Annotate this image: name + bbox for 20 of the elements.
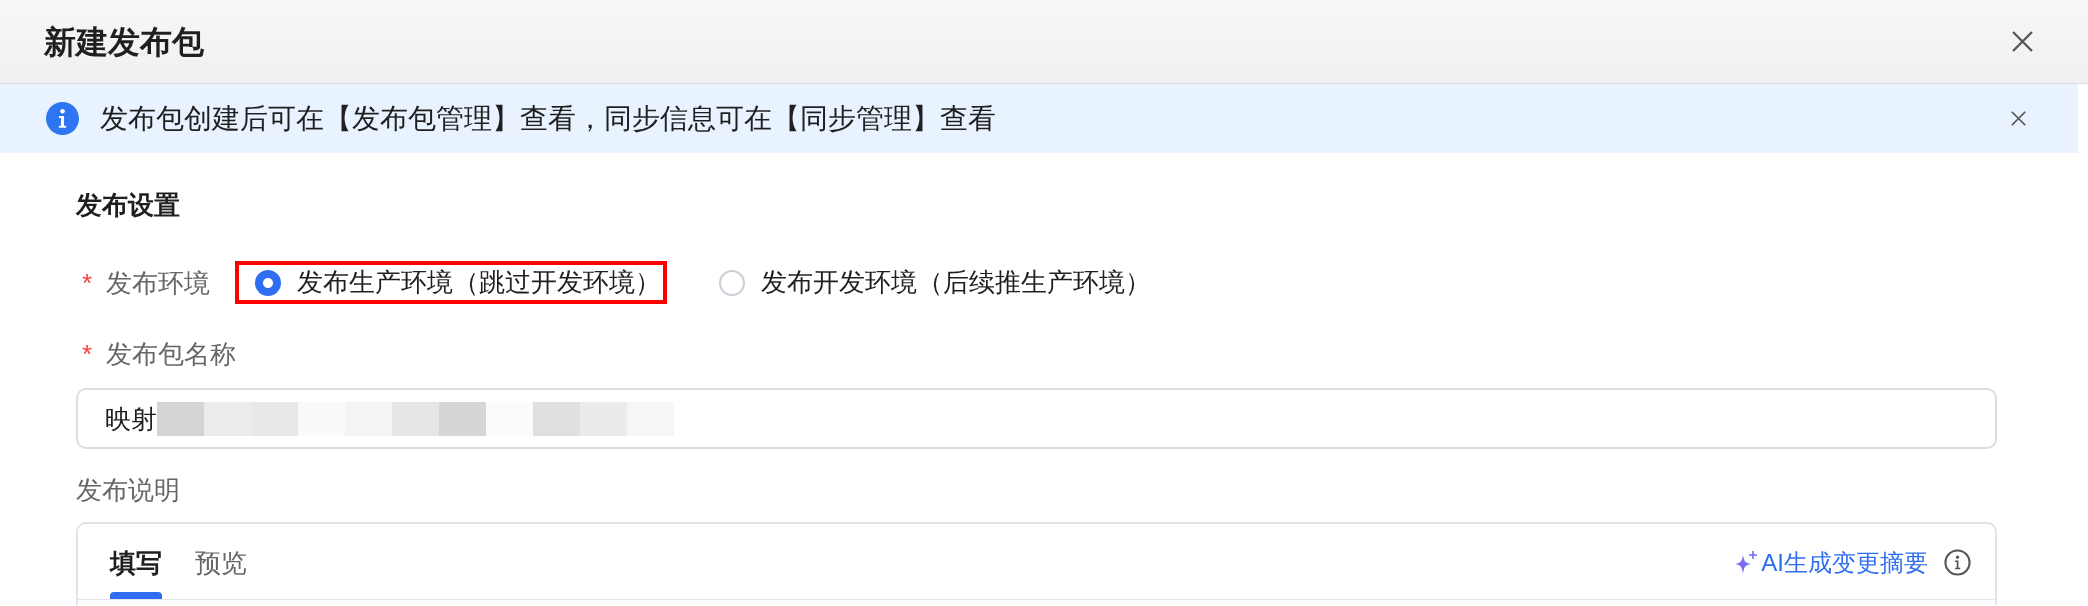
required-mark: * [82, 338, 93, 371]
notice-text: 发布包创建后可在【发布包管理】查看，同步信息可在【同步管理】查看 [100, 101, 997, 136]
info-icon [46, 102, 79, 135]
section-title: 发布设置 [76, 189, 180, 222]
field-label: 发布说明 [76, 474, 180, 507]
close-icon [2012, 31, 2033, 52]
close-icon [2011, 111, 2026, 126]
dialog-title: 新建发布包 [44, 22, 204, 62]
info-icon[interactable] [1944, 549, 1971, 576]
field-label: 发布包名称 [106, 338, 237, 371]
radio-option[interactable]: 发布生产环境（跳过开发环境） [235, 261, 668, 304]
ai-summary-button[interactable]: AI生成变更摘要 [1734, 546, 1928, 579]
editor-tab[interactable]: 预览 [195, 524, 247, 599]
dismiss-button[interactable] [2011, 111, 2026, 126]
input-field[interactable]: 映射 [76, 388, 1997, 449]
editor-tab[interactable]: 填写 [110, 524, 162, 599]
radio-option[interactable]: 发布开发环境（后续推生产环境） [719, 265, 1152, 300]
close-button[interactable] [2012, 31, 2033, 52]
field-label: 发布环境 [106, 266, 211, 300]
required-mark: * [82, 266, 93, 300]
